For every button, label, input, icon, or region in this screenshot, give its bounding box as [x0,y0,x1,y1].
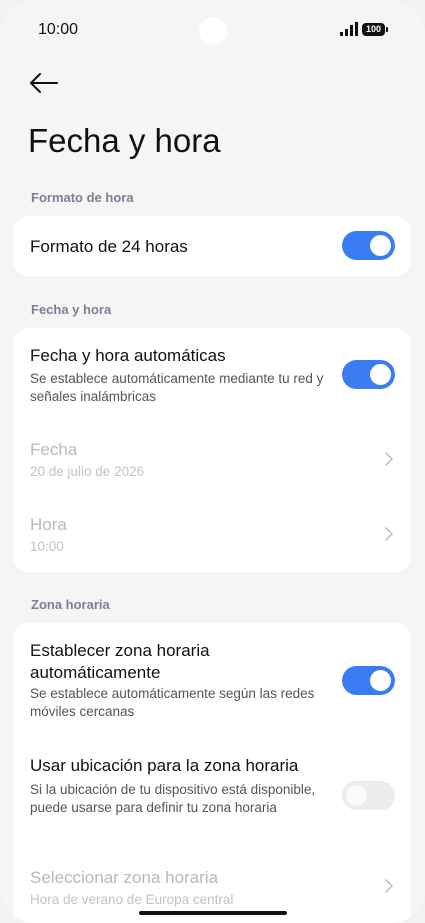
toggle-knob [370,670,391,691]
row-24-hour-format[interactable]: Formato de 24 horas [13,216,411,276]
toggle-auto-date-time[interactable] [342,360,395,389]
toggle-knob [346,785,367,806]
status-bar: 10:00 100 [0,0,425,60]
toggle-auto-timezone[interactable] [342,666,395,695]
row-title: Fecha [30,440,78,459]
row-value: 10:00 [30,539,64,554]
status-time: 10:00 [38,21,79,38]
signal-icon [340,22,358,36]
row-title: Formato de 24 horas [30,237,188,256]
front-camera [199,17,227,45]
row-use-location-timezone[interactable]: Usar ubicación para la zona horaria Si l… [13,741,411,851]
row-subtitle: Se establece automáticamente según las r… [30,686,315,719]
row-date[interactable]: Fecha 20 de julio de 2026 [13,424,411,496]
row-title: Hora [30,515,67,534]
card-time-format: Formato de 24 horas [13,216,411,276]
toggle-knob [370,235,391,256]
row-value: Hora de verano de Europa central [30,892,234,907]
page-title: Fecha y hora [28,122,221,159]
chevron-right-icon [385,527,393,541]
section-label-date-time: Fecha y hora [31,302,112,317]
section-label-timezone: Zona horaria [31,597,110,612]
row-subtitle: Se establece automáticamente mediante tu… [30,371,324,404]
section-label-time-format: Formato de hora [31,190,134,205]
card-timezone: Establecer zona horaria automáticamente … [13,623,411,923]
battery-icon: 100 [362,23,389,36]
row-auto-date-time[interactable]: Fecha y hora automáticas Se establece au… [13,328,411,418]
toggle-knob [370,364,391,385]
toggle-use-location-timezone[interactable] [342,781,395,810]
back-arrow-icon[interactable] [28,70,60,96]
row-subtitle: Si la ubicación de tu dispositivo está d… [30,782,316,815]
row-title: Seleccionar zona horaria [30,868,219,887]
chevron-right-icon [385,452,393,466]
row-time[interactable]: Hora 10:00 [13,499,411,571]
phone-screen: 10:00 100 Fecha y hora Formato de hora F… [0,0,425,923]
row-value: 20 de julio de 2026 [30,464,145,479]
row-title: Establecer zona horaria automáticamente [30,641,210,682]
toggle-24-hour-format[interactable] [342,231,395,260]
chevron-right-icon [385,879,393,893]
card-date-time: Fecha y hora automáticas Se establece au… [13,328,411,572]
row-title: Fecha y hora automáticas [30,346,226,365]
row-auto-timezone[interactable]: Establecer zona horaria automáticamente … [13,623,411,733]
home-indicator[interactable] [139,911,287,915]
row-title: Usar ubicación para la zona horaria [30,756,299,775]
